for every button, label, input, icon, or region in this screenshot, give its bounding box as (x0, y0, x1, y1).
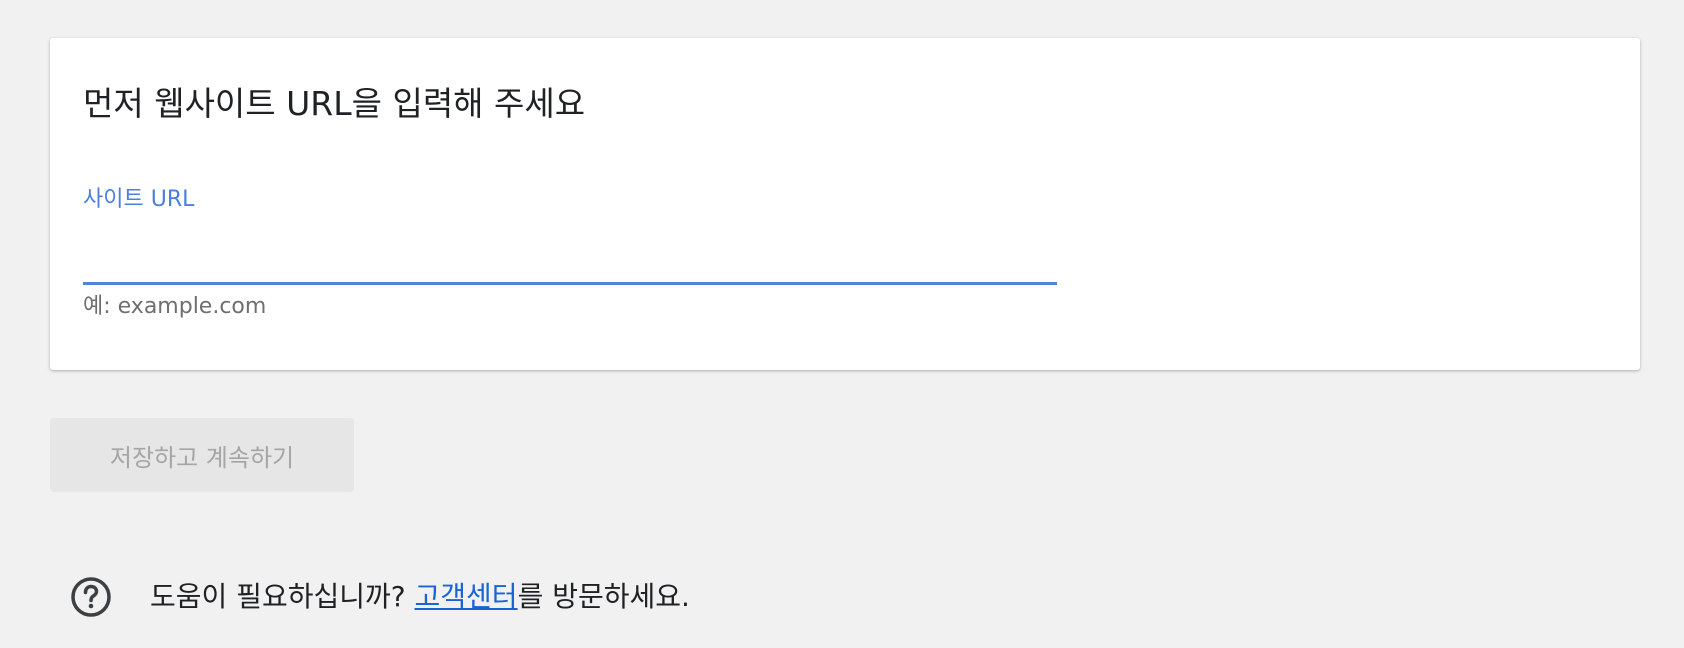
site-url-label: 사이트 URL (83, 187, 195, 212)
card-title: 먼저 웹사이트 URL을 입력해 주세요 (83, 84, 586, 123)
help-row: 도움이 필요하십니까? 고객센터를 방문하세요. (70, 572, 690, 622)
page: 먼저 웹사이트 URL을 입력해 주세요 사이트 URL 예: example.… (0, 0, 1684, 648)
help-text: 도움이 필요하십니까? 고객센터를 방문하세요. (150, 577, 690, 617)
url-entry-card: 먼저 웹사이트 URL을 입력해 주세요 사이트 URL 예: example.… (50, 38, 1640, 370)
site-url-helper-text: 예: example.com (83, 294, 267, 319)
question-circle-icon (70, 576, 112, 618)
save-and-continue-button[interactable]: 저장하고 계속하기 (50, 418, 354, 492)
help-text-suffix: 를 방문하세요. (517, 580, 690, 613)
site-url-input[interactable] (83, 243, 1057, 285)
help-center-link[interactable]: 고객센터 (415, 580, 518, 613)
help-text-prefix: 도움이 필요하십니까? (150, 580, 415, 613)
